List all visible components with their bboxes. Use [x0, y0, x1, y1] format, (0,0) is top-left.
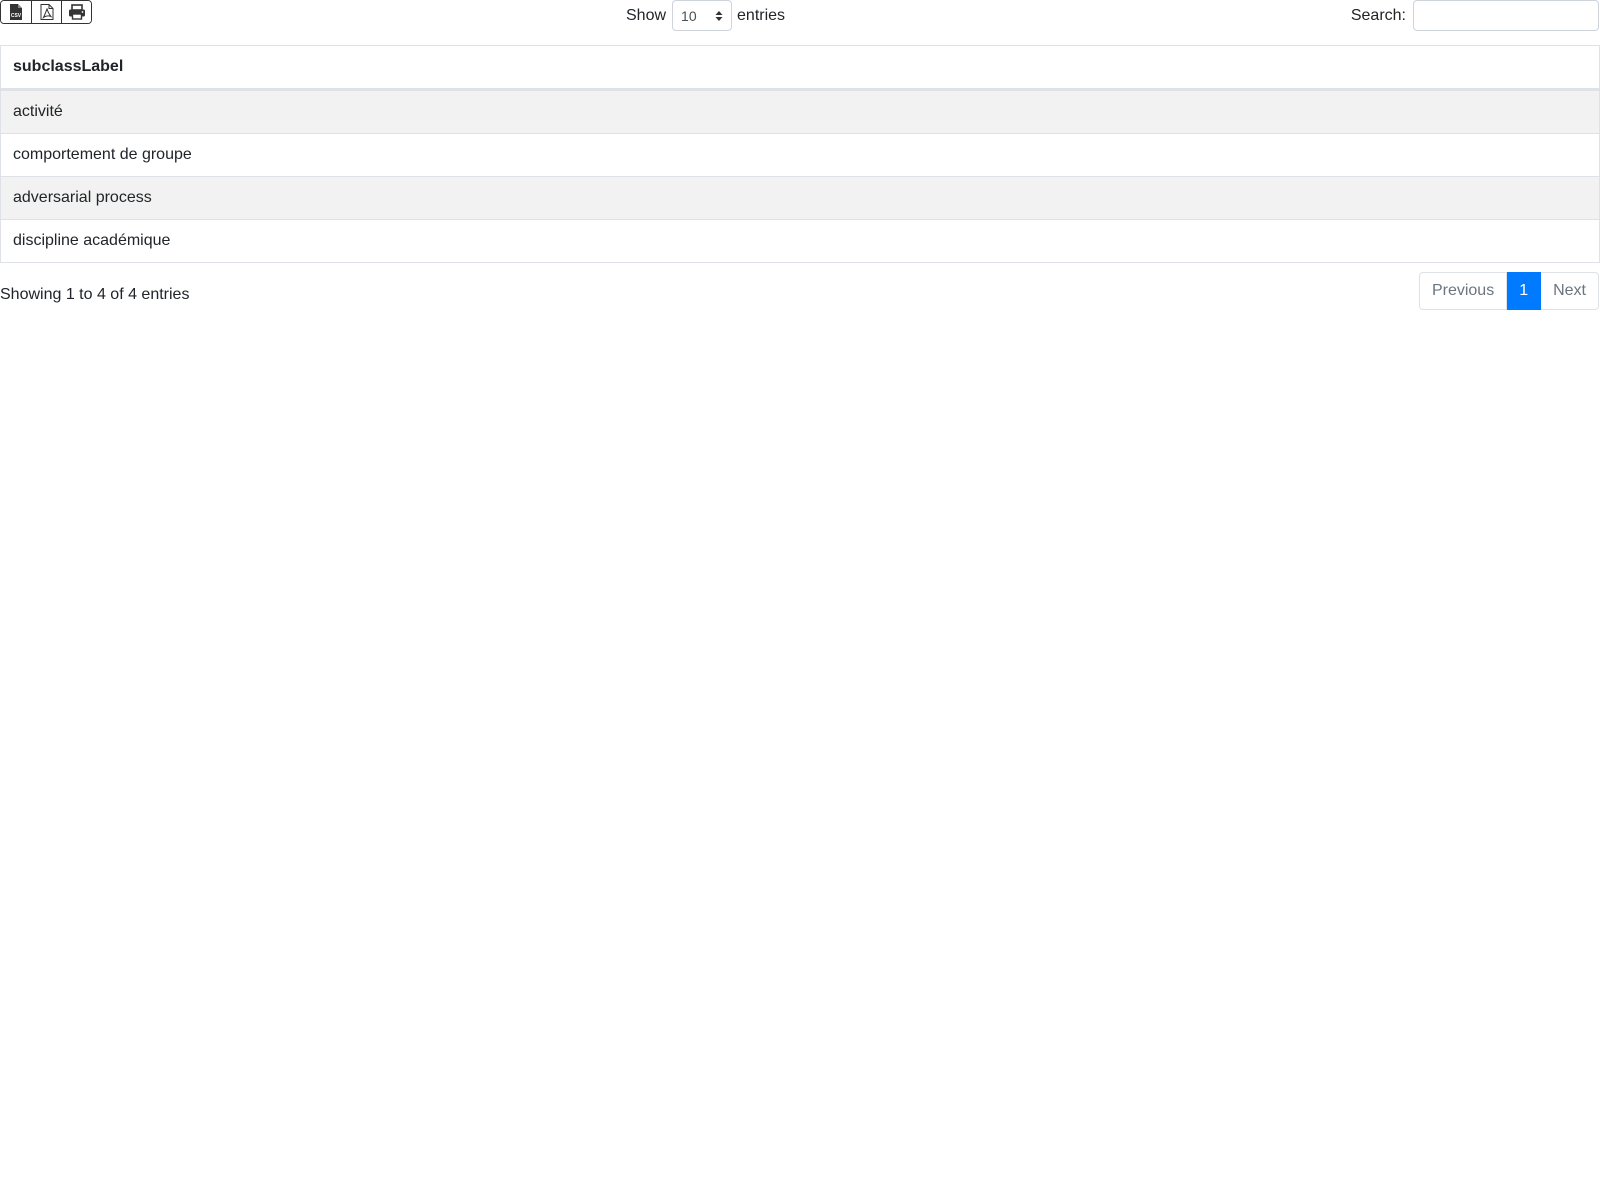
csv-badge-text: CSV: [11, 13, 22, 19]
table-cell: comportement de groupe: [0, 133, 1600, 177]
sort-arrows-icon: [715, 10, 723, 21]
page-length-select[interactable]: 10: [672, 0, 733, 31]
table-row: comportement de groupe: [0, 133, 1600, 177]
results-table: subclassLabel activité comportement de g…: [0, 45, 1600, 263]
entries-label: entries: [737, 6, 786, 24]
table-cell: adversarial process: [0, 176, 1600, 220]
table-row: discipline académique: [0, 219, 1600, 263]
export-toolbar: CSV: [0, 0, 92, 24]
page-length-value: 10: [681, 7, 697, 24]
table-cell: discipline académique: [0, 219, 1600, 263]
column-header-subclasslabel[interactable]: subclassLabel: [0, 45, 1600, 91]
pagination: Previous 1 Next: [1418, 272, 1599, 310]
printer-icon: [68, 4, 85, 20]
csv-export-button[interactable]: CSV: [1, 1, 31, 23]
page-length-control: Show 10 entries: [626, 0, 785, 31]
table-row: adversarial process: [0, 176, 1600, 220]
search-input[interactable]: [1413, 0, 1599, 31]
previous-page-button[interactable]: Previous: [1418, 272, 1508, 310]
page: CSV Show 10 entries Search: subclassLabe…: [0, 0, 1600, 1200]
print-button[interactable]: [61, 1, 91, 23]
pdf-export-button[interactable]: [31, 1, 61, 23]
next-page-button[interactable]: Next: [1541, 272, 1599, 310]
page-1-button[interactable]: 1: [1507, 272, 1542, 310]
table-cell: activité: [0, 89, 1600, 134]
header-row: subclassLabel: [0, 45, 1600, 91]
table-row: activité: [0, 89, 1600, 134]
show-label: Show: [626, 6, 667, 24]
csv-file-icon: CSV: [10, 4, 22, 20]
pdf-file-icon: [40, 4, 53, 20]
search-label: Search:: [1350, 6, 1406, 24]
search-control: Search:: [1351, 0, 1599, 31]
table-info: Showing 1 to 4 of 4 entries: [0, 286, 190, 303]
